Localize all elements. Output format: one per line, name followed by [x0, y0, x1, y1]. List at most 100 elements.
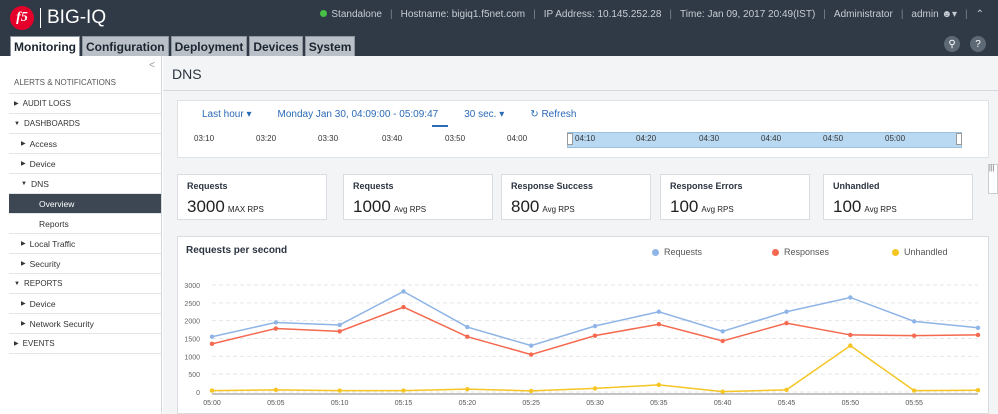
- main-tabs: Monitoring Configuration Deployment Devi…: [10, 36, 356, 56]
- side-panel-toggle-icon[interactable]: |||: [988, 164, 998, 194]
- stat-label: Requests: [353, 181, 394, 191]
- main-content: DNS Last hour ▾ Monday Jan 30, 04:09:00 …: [163, 56, 998, 414]
- stat-value: 100 Avg RPS: [833, 197, 897, 216]
- x-tick-label: 05:50: [842, 400, 860, 407]
- timeline-tick: 03:30: [318, 134, 339, 143]
- timeline-left-handle[interactable]: [567, 133, 573, 145]
- sidebar-item-security[interactable]: ▶ Security: [9, 254, 161, 274]
- help-icon[interactable]: ?: [970, 36, 986, 52]
- sidebar: < ALERTS & NOTIFICATIONS ▶ AUDIT LOGS ▼ DA…: [9, 56, 162, 414]
- page-title: DNS: [172, 66, 202, 82]
- expand-icon: ▶: [21, 141, 26, 147]
- timeline-right-handle[interactable]: [956, 133, 962, 145]
- timeline-tick: 05:00: [885, 134, 906, 143]
- sidebar-item-events[interactable]: ▶ EVENTS: [9, 334, 161, 354]
- y-tick-label: 2500: [184, 301, 200, 308]
- x-tick-label: 05:00: [203, 400, 221, 407]
- timeline-tick: 04:40: [761, 134, 782, 143]
- role: Administrator: [833, 9, 893, 20]
- sidebar-item-audit-logs[interactable]: ▶ AUDIT LOGS: [9, 94, 161, 114]
- separator: |: [823, 9, 826, 20]
- data-point-responses: [720, 338, 725, 344]
- separator: |: [669, 9, 673, 20]
- separator: |: [965, 9, 968, 20]
- user-menu[interactable]: admin ☻▾: [911, 9, 957, 20]
- tab-system[interactable]: System: [304, 36, 356, 56]
- stat-card: Requests 3000 MAX RPS: [177, 174, 327, 220]
- data-point-requests: [720, 329, 725, 334]
- series-line-unhandled: [211, 344, 979, 393]
- data-point-requests: [209, 334, 215, 339]
- refresh-button[interactable]: ↻ Refresh: [530, 109, 576, 120]
- data-point-requests: [273, 320, 279, 325]
- sidebar-item-overview[interactable]: Overview: [9, 194, 161, 214]
- data-point-responses: [401, 304, 406, 310]
- interval-dropdown[interactable]: 30 sec. ▾: [464, 109, 504, 120]
- stat-card: Requests 1000 Avg RPS: [343, 174, 493, 220]
- stat-label: Response Errors: [670, 181, 743, 191]
- sidebar-item-alerts[interactable]: ALERTS & NOTIFICATIONS: [9, 72, 161, 94]
- data-point-responses: [273, 326, 279, 331]
- interval-underline: [432, 125, 448, 127]
- data-point-responses: [784, 320, 789, 326]
- sidebar-item-access[interactable]: ▶ Access: [9, 134, 161, 154]
- stat-card: Unhandled 100 Avg RPS: [823, 174, 973, 220]
- data-point-requests: [848, 295, 853, 300]
- expand-icon: ▶: [21, 301, 26, 307]
- sidebar-item-report-device[interactable]: ▶ Device: [9, 294, 161, 314]
- timeline-tick: 03:10: [194, 134, 215, 143]
- expand-icon: ▶: [14, 101, 19, 107]
- timeline-tick: 03:50: [445, 134, 466, 143]
- sidebar-item-device[interactable]: ▶ Device: [9, 154, 161, 174]
- stat-label: Requests: [187, 181, 228, 191]
- collapse-header-icon[interactable]: ⌃: [976, 9, 984, 20]
- range-dropdown[interactable]: Last hour ▾: [202, 109, 252, 120]
- timeline-tick: 04:50: [823, 134, 844, 143]
- collapse-sidebar-icon[interactable]: <: [149, 60, 155, 71]
- data-point-unhandled: [465, 386, 470, 392]
- data-point-requests: [656, 309, 662, 314]
- brand[interactable]: f5 BIG-IQ: [10, 6, 106, 30]
- data-point-requests: [975, 325, 981, 330]
- x-tick-label: 05:35: [650, 400, 668, 407]
- data-point-unhandled: [337, 388, 342, 393]
- x-tick-label: 05:05: [267, 400, 285, 407]
- data-point-unhandled: [592, 386, 598, 391]
- data-point-responses: [975, 332, 981, 338]
- stat-value: 3000 MAX RPS: [187, 197, 264, 216]
- stat-card: Response Success 800 Avg RPS: [501, 174, 651, 220]
- data-point-requests: [528, 343, 534, 348]
- timeline-tick: 03:40: [382, 134, 403, 143]
- sidebar-item-local-traffic[interactable]: ▶ Local Traffic: [9, 234, 161, 254]
- x-tick-label: 05:55: [905, 400, 923, 407]
- sidebar-item-dashboards[interactable]: ▼ DASHBOARDS: [9, 114, 161, 134]
- expand-icon: ▶: [14, 341, 19, 347]
- expand-icon: ▶: [21, 241, 26, 247]
- data-point-responses: [848, 332, 853, 338]
- data-point-requests: [592, 323, 598, 329]
- sidebar-item-network-security[interactable]: ▶ Network Security: [9, 314, 161, 334]
- ip-address: IP Address: 10.145.252.28: [543, 9, 662, 20]
- timeline[interactable]: 03:10 03:20 03:30 03:40 03:50 04:00 04:1…: [194, 132, 978, 148]
- data-point-unhandled: [401, 388, 406, 393]
- range-text: Monday Jan 30, 04:09:00 - 05:09:47: [277, 109, 439, 120]
- data-point-responses: [465, 334, 470, 339]
- y-tick-label: 3000: [184, 283, 200, 290]
- sidebar-item-dns[interactable]: ▼ DNS: [9, 174, 161, 194]
- refresh-icon: ↻: [530, 109, 539, 120]
- tab-deployment[interactable]: Deployment: [170, 36, 248, 56]
- collapse-icon: ▼: [14, 280, 20, 287]
- x-tick-label: 05:30: [586, 400, 604, 407]
- sidebar-item-reports-section[interactable]: ▼ REPORTS: [9, 274, 161, 294]
- product-name: BIG-IQ: [47, 7, 107, 28]
- sidebar-item-reports[interactable]: Reports: [9, 214, 161, 234]
- line-chart[interactable]: 3000 2500 2000 1500 1000 500 005:00 05:05 05:10 0…: [178, 237, 990, 414]
- y-tick-label: 1000: [184, 354, 200, 361]
- tab-configuration[interactable]: Configuration: [81, 36, 169, 56]
- tab-monitoring[interactable]: Monitoring: [10, 36, 80, 56]
- separator: |: [900, 9, 904, 20]
- y-tick-label: 1500: [184, 337, 200, 344]
- x-tick-label: 05:45: [778, 400, 796, 407]
- search-icon[interactable]: ⚲: [944, 36, 960, 52]
- tab-devices[interactable]: Devices: [249, 36, 303, 56]
